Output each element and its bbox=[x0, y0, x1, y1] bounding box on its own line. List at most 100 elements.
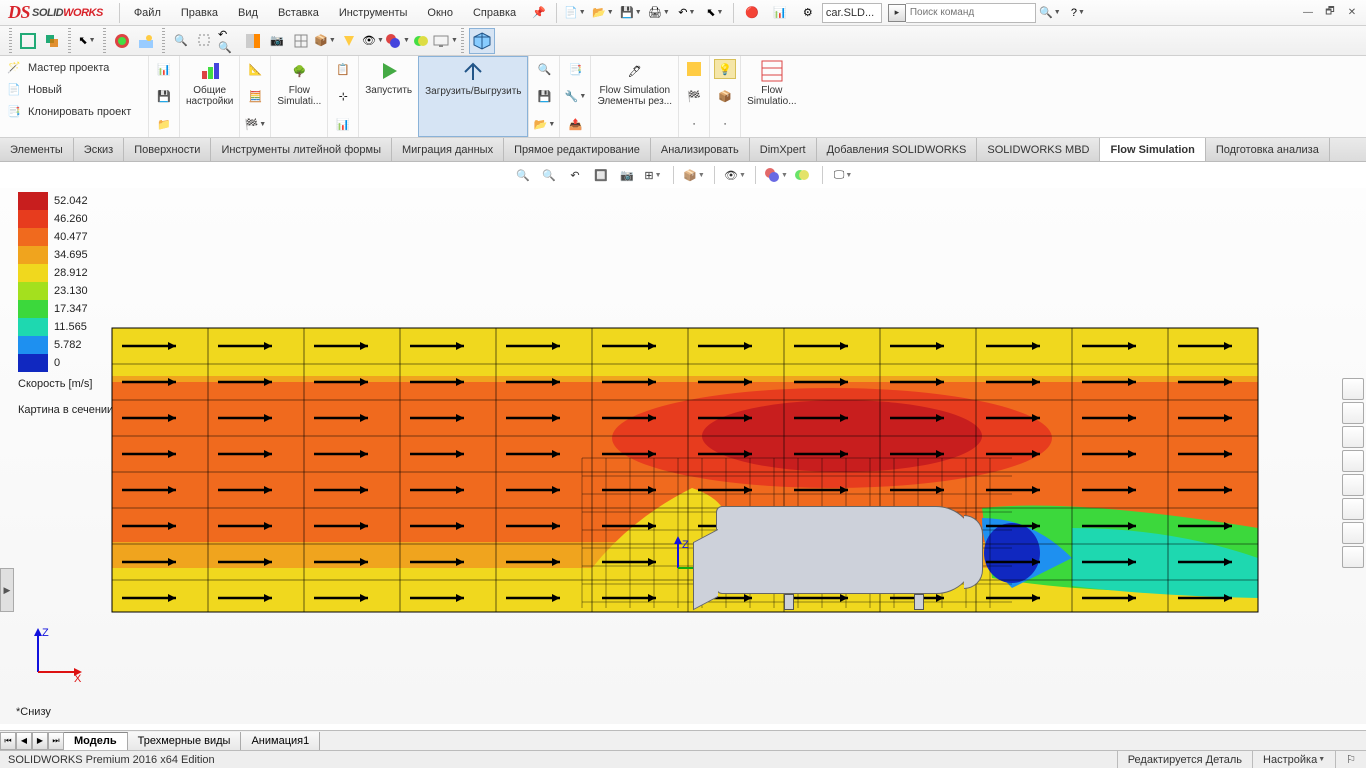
tab-mold[interactable]: Инструменты литейной формы bbox=[211, 138, 392, 161]
menu-tools[interactable]: Инструменты bbox=[329, 1, 418, 25]
tab-dimxpert[interactable]: DimXpert bbox=[750, 138, 817, 161]
tb-icon-1[interactable] bbox=[17, 30, 39, 52]
open-icon[interactable]: 📂▼ bbox=[589, 2, 617, 24]
project-new-button[interactable]: 📄Новый bbox=[6, 82, 142, 98]
nav-last-icon[interactable]: ⏭ bbox=[48, 732, 64, 750]
document-selector[interactable]: car.SLD... bbox=[822, 3, 882, 23]
taskpane-library-icon[interactable] bbox=[1342, 426, 1364, 448]
orientation-triad[interactable]: Z X bbox=[26, 624, 86, 684]
minimize-icon[interactable]: — bbox=[1298, 4, 1318, 22]
vt-prev-icon[interactable]: ↶ bbox=[565, 165, 585, 185]
search-launch-icon[interactable]: ▸ bbox=[888, 4, 906, 22]
menu-view[interactable]: Вид bbox=[228, 1, 268, 25]
rebuild-icon[interactable]: 🔴 bbox=[738, 2, 766, 24]
vt-eye-icon[interactable]: 👁▼ bbox=[725, 165, 745, 185]
tb-prev-icon[interactable]: ↶🔍 bbox=[218, 30, 240, 52]
rs7-1[interactable]: 💡 bbox=[714, 59, 736, 79]
rs6-2[interactable]: 🏁 bbox=[683, 87, 705, 107]
tb-eye-icon[interactable]: 👁▼ bbox=[362, 30, 384, 52]
tab-flow-simulation[interactable]: Flow Simulation bbox=[1100, 138, 1205, 161]
tb-icon-2[interactable] bbox=[41, 30, 63, 52]
tb-light-icon[interactable] bbox=[338, 30, 360, 52]
project-wizard-button[interactable]: 🪄Мастер проекта bbox=[6, 60, 142, 76]
search-icon[interactable]: 🔍▼ bbox=[1036, 2, 1064, 24]
tb-cursor-icon[interactable]: ⬉▼ bbox=[76, 30, 98, 52]
rs7-3[interactable]: · bbox=[714, 114, 736, 134]
vt-section-icon[interactable]: 🔲 bbox=[591, 165, 611, 185]
status-customize[interactable]: Настройка ▼ bbox=[1252, 751, 1335, 768]
ribbon-flowsim-results[interactable]: 🖊 Flow Simulation Элементы рез... bbox=[590, 56, 678, 137]
taskpane-explorer-icon[interactable] bbox=[1342, 450, 1364, 472]
menu-insert[interactable]: Вставка bbox=[268, 1, 329, 25]
vt-orient-icon[interactable]: 📦▼ bbox=[684, 165, 704, 185]
rs4-2[interactable]: 💾 bbox=[533, 87, 555, 107]
tab-direct-edit[interactable]: Прямое редактирование bbox=[504, 138, 651, 161]
flyout-handle-left[interactable]: ▶ bbox=[0, 568, 14, 612]
vt-zoomarea-icon[interactable]: 🔍 bbox=[539, 165, 559, 185]
tab-addins[interactable]: Добавления SOLIDWORKS bbox=[817, 138, 978, 161]
tab-surfaces[interactable]: Поверхности bbox=[124, 138, 211, 161]
rs2-3[interactable]: 🏁▼ bbox=[244, 114, 266, 134]
rs3-2[interactable]: ⊹ bbox=[332, 87, 354, 107]
vt-scene2-icon[interactable] bbox=[792, 165, 812, 185]
rs5-1[interactable]: 📑 bbox=[564, 59, 586, 79]
rs3-1[interactable]: 📋 bbox=[332, 59, 354, 79]
taskpane-forum-icon[interactable] bbox=[1342, 546, 1364, 568]
taskpane-home-icon[interactable] bbox=[1342, 378, 1364, 400]
rs2-1[interactable]: 📐 bbox=[244, 59, 266, 79]
project-clone-button[interactable]: 📑Клонировать проект bbox=[6, 104, 142, 120]
ribbon-general-settings[interactable]: Общие настройки bbox=[179, 56, 239, 137]
new-doc-icon[interactable]: 📄▼ bbox=[561, 2, 589, 24]
tab-analyze[interactable]: Анализировать bbox=[651, 138, 750, 161]
tb-box-icon[interactable]: 📦▼ bbox=[314, 30, 336, 52]
tb-section-icon[interactable] bbox=[242, 30, 264, 52]
tb-screen-icon[interactable]: ▼ bbox=[434, 30, 456, 52]
tb-zoom-icon[interactable]: 🔍 bbox=[170, 30, 192, 52]
settings-icon[interactable]: ⚙ bbox=[794, 2, 822, 24]
taskpane-resources-icon[interactable] bbox=[1342, 402, 1364, 424]
menu-file[interactable]: Файл bbox=[124, 1, 171, 25]
nav-prev-icon[interactable]: ◀ bbox=[16, 732, 32, 750]
bottom-tab-3dviews[interactable]: Трехмерные виды bbox=[128, 732, 242, 750]
tb-zoomarea-icon[interactable] bbox=[194, 30, 216, 52]
tab-mbd[interactable]: SOLIDWORKS MBD bbox=[977, 138, 1100, 161]
rs3-3[interactable]: 📊 bbox=[332, 114, 354, 134]
pin-icon[interactable]: 📌 bbox=[526, 6, 552, 19]
rs1-1[interactable]: 📊 bbox=[153, 59, 175, 79]
restore-icon[interactable]: 🗗 bbox=[1320, 4, 1340, 22]
tb-color2-icon[interactable] bbox=[410, 30, 432, 52]
bottom-tab-model[interactable]: Модель bbox=[64, 732, 128, 750]
rs6-1[interactable] bbox=[683, 59, 705, 79]
vt-camera-icon[interactable]: 📷 bbox=[617, 165, 637, 185]
ribbon-load-unload[interactable]: Загрузить/Выгрузить bbox=[418, 56, 528, 137]
tab-analysis-prep[interactable]: Подготовка анализа bbox=[1206, 138, 1330, 161]
vt-screen-icon[interactable]: 🖵▼ bbox=[833, 165, 853, 185]
tab-sketch[interactable]: Эскиз bbox=[74, 138, 124, 161]
tb-scene-icon[interactable] bbox=[135, 30, 157, 52]
vt-appearance-icon[interactable]: ▼ bbox=[766, 165, 786, 185]
tb-appearance-icon[interactable] bbox=[111, 30, 133, 52]
save-icon[interactable]: 💾▼ bbox=[617, 2, 645, 24]
vt-zoom-icon[interactable]: 🔍 bbox=[513, 165, 533, 185]
menu-edit[interactable]: Правка bbox=[171, 1, 228, 25]
status-flag-icon[interactable]: ⚐ bbox=[1335, 751, 1366, 768]
ribbon-flowsim-panel[interactable]: Flow Simulatio... bbox=[740, 56, 802, 137]
bottom-tab-animation[interactable]: Анимация1 bbox=[241, 732, 320, 750]
tb-display-icon[interactable] bbox=[290, 30, 312, 52]
menu-window[interactable]: Окно bbox=[417, 1, 463, 25]
taskpane-properties-icon[interactable] bbox=[1342, 522, 1364, 544]
taskpane-appearance-icon[interactable] bbox=[1342, 498, 1364, 520]
nav-next-icon[interactable]: ▶ bbox=[32, 732, 48, 750]
rs2-2[interactable]: 🧮 bbox=[244, 87, 266, 107]
rs4-3[interactable]: 📂▼ bbox=[533, 114, 555, 134]
close-icon[interactable]: ✕ bbox=[1342, 4, 1362, 22]
tab-migration[interactable]: Миграция данных bbox=[392, 138, 504, 161]
nav-first-icon[interactable]: ⏮ bbox=[0, 732, 16, 750]
tab-elements[interactable]: Элементы bbox=[0, 138, 74, 161]
search-input[interactable] bbox=[906, 3, 1036, 23]
tb-camera-icon[interactable]: 📷 bbox=[266, 30, 288, 52]
graphics-view[interactable]: ▶ 52.04246.26040.47734.69528.91223.13017… bbox=[0, 188, 1366, 724]
rs6-3[interactable]: · bbox=[683, 114, 705, 134]
vt-display-icon[interactable]: ⊞▼ bbox=[643, 165, 663, 185]
help-icon[interactable]: ?▼ bbox=[1064, 2, 1092, 24]
